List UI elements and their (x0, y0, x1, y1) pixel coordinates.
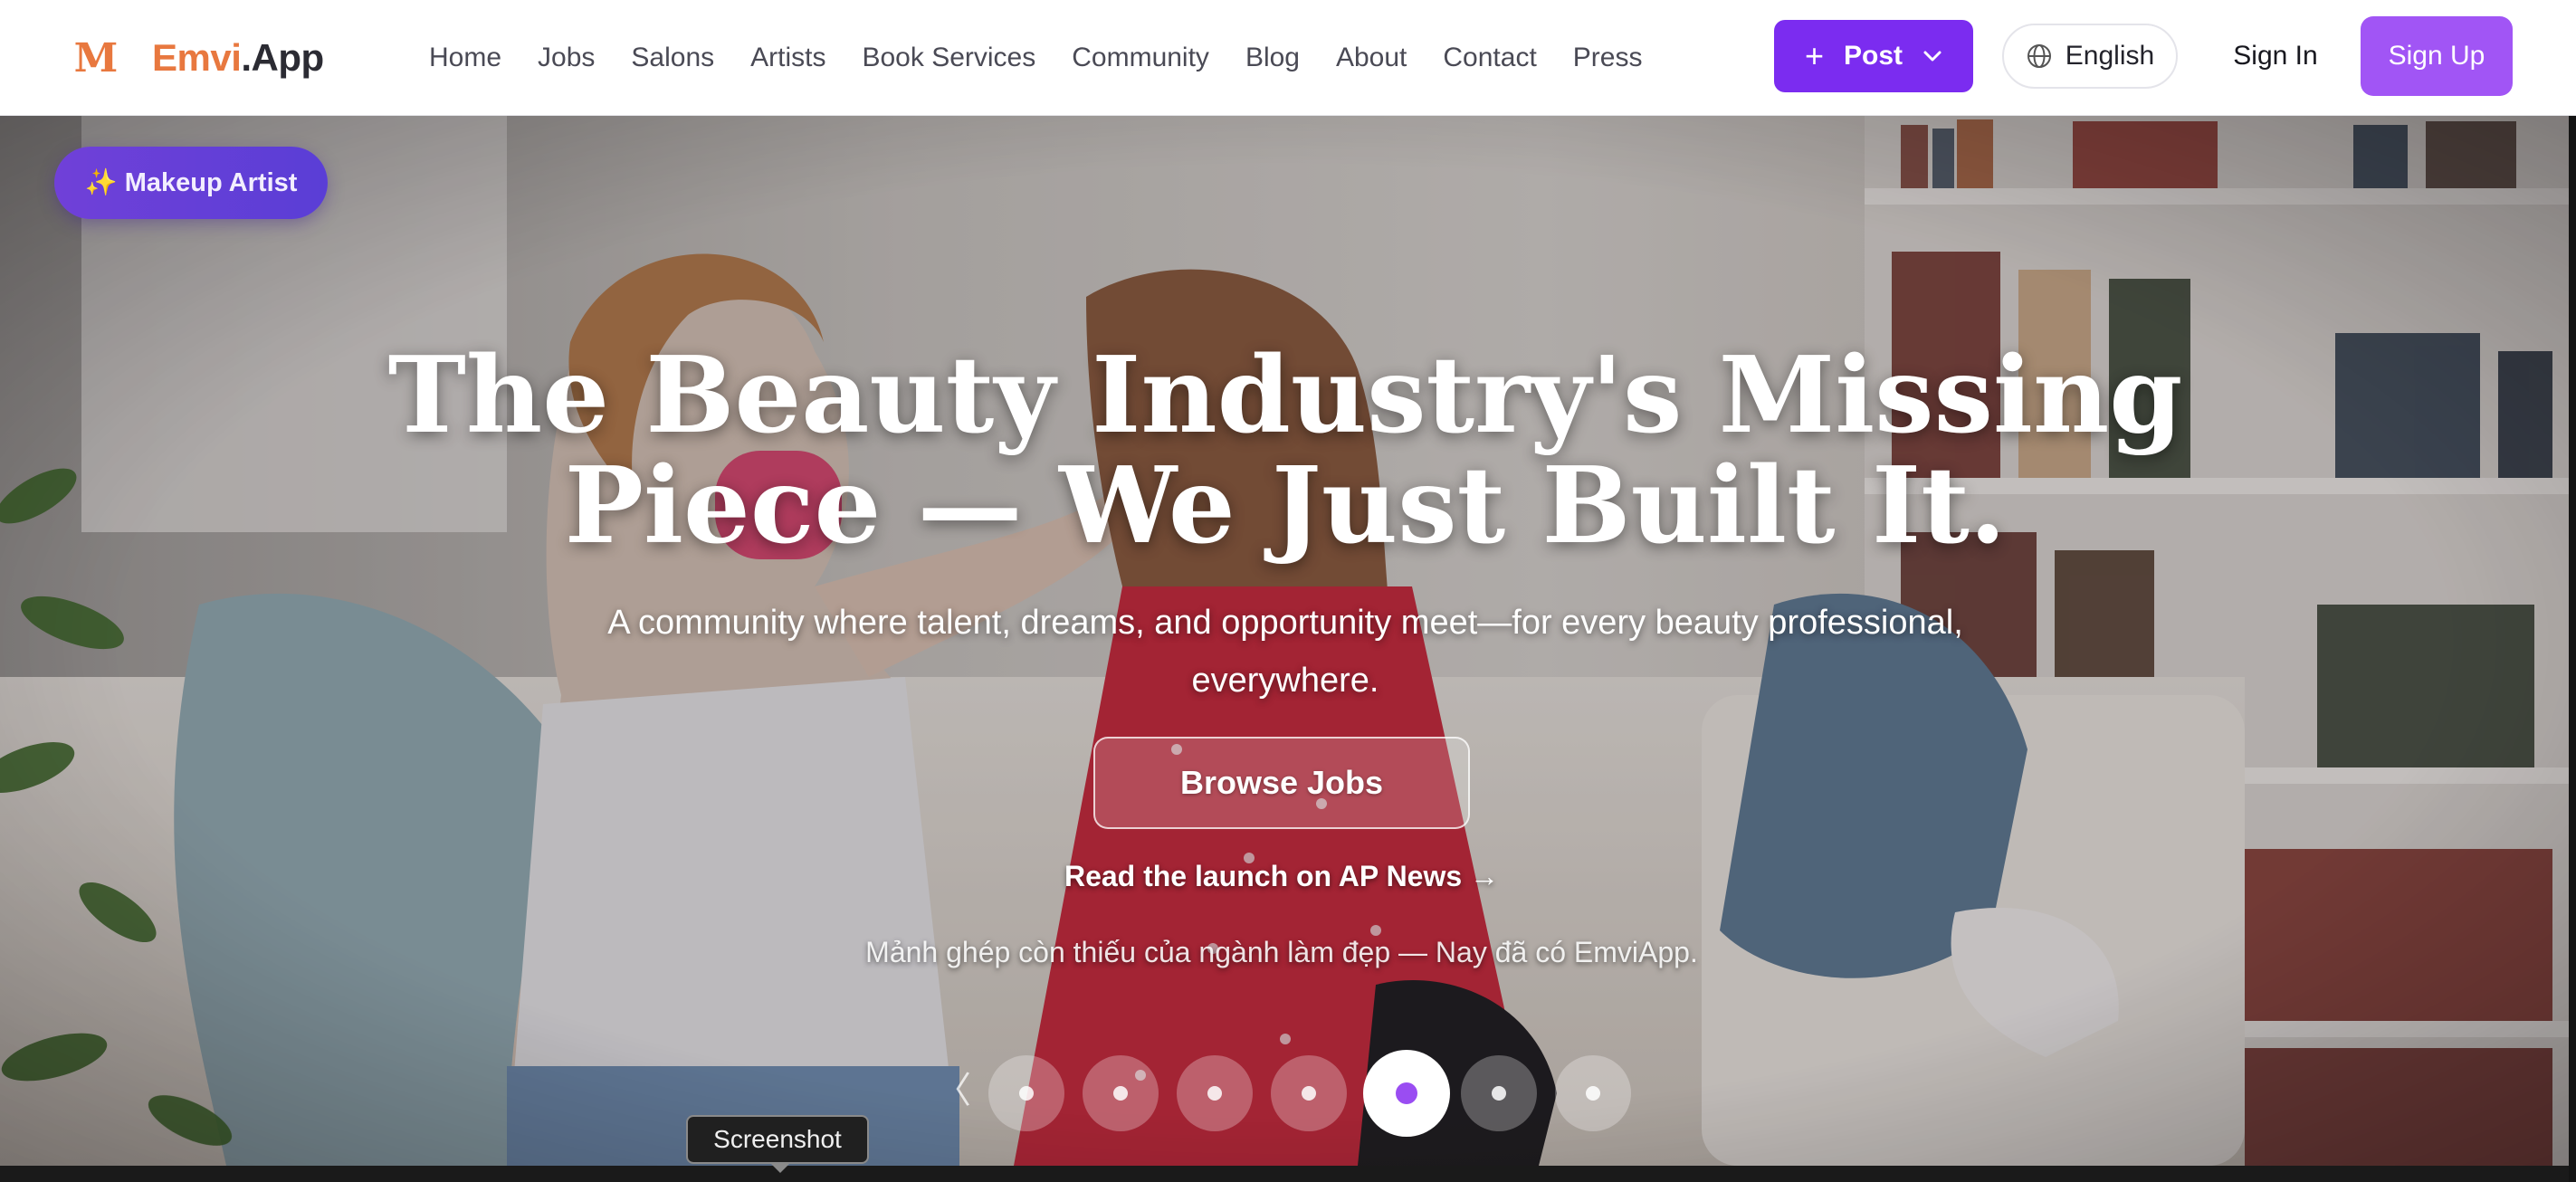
post-button[interactable]: + Post (1774, 20, 1973, 92)
sign-in-button[interactable]: Sign In (2214, 24, 2337, 89)
brand-name-rest: .App (241, 36, 324, 79)
nav-contact[interactable]: Contact (1443, 43, 1536, 73)
nav-press[interactable]: Press (1573, 43, 1643, 73)
carousel-dot[interactable] (1271, 1055, 1347, 1131)
carousel-dot-active[interactable] (1363, 1050, 1450, 1137)
hero-subtitle: A community where talent, dreams, and op… (607, 604, 1963, 700)
carousel-dot[interactable] (1083, 1055, 1159, 1131)
hero-title: The Beauty Industry's Missing Piece — We… (380, 340, 2190, 561)
post-button-label: Post (1844, 41, 1903, 71)
nav-blog[interactable]: Blog (1245, 43, 1300, 73)
language-label: English (2065, 41, 2155, 71)
carousel-dot[interactable] (1177, 1055, 1253, 1131)
nav-artists[interactable]: Artists (750, 43, 825, 73)
hero-section: ✨ Makeup Artist The Beauty Industry's Mi… (0, 116, 2569, 1166)
window-edge (2569, 116, 2576, 1182)
category-badge[interactable]: ✨ Makeup Artist (54, 147, 328, 219)
tooltip-arrow (769, 1162, 791, 1173)
brand-logo[interactable]: M Emvi.App (71, 27, 325, 89)
nav-book-services[interactable]: Book Services (862, 43, 1035, 73)
chevron-left-icon[interactable]: 〈 (932, 1066, 974, 1115)
nav-jobs[interactable]: Jobs (538, 43, 595, 73)
language-selector[interactable]: English (2002, 24, 2178, 89)
nav-about[interactable]: About (1336, 43, 1407, 73)
browse-jobs-button[interactable]: Browse Jobs (1093, 737, 1470, 829)
top-navbar: M Emvi.App Home Jobs Salons Artists Book… (0, 0, 2576, 116)
brand-name-accent: Emvi (152, 36, 242, 79)
main-nav: Home Jobs Salons Artists Book Services C… (429, 0, 1678, 116)
carousel-dot[interactable] (1555, 1055, 1631, 1131)
brand-name: Emvi.App (152, 36, 324, 80)
nav-home[interactable]: Home (429, 43, 501, 73)
hero-title-line-1: The Beauty Industry's Missing (387, 334, 2183, 457)
nav-salons[interactable]: Salons (631, 43, 714, 73)
nav-community[interactable]: Community (1072, 43, 1209, 73)
carousel-dot[interactable] (988, 1055, 1064, 1131)
chevron-down-icon (1923, 51, 1942, 62)
screenshot-tooltip: Screenshot (686, 1115, 869, 1164)
hero-title-line-2: Piece — We Just Built It. (564, 444, 2007, 567)
sign-up-button[interactable]: Sign Up (2361, 16, 2513, 96)
brand-mark-icon: M (73, 34, 119, 81)
carousel-dot[interactable] (1461, 1055, 1537, 1131)
plus-icon: + (1804, 37, 1824, 74)
globe-icon (2027, 44, 2051, 68)
ap-news-link[interactable]: Read the launch on AP News → (905, 860, 1658, 893)
vietnamese-tagline: Mảnh ghép còn thiếu của ngành làm đẹp — … (865, 936, 1698, 968)
carousel-indicators: 〈 (932, 1048, 1656, 1137)
